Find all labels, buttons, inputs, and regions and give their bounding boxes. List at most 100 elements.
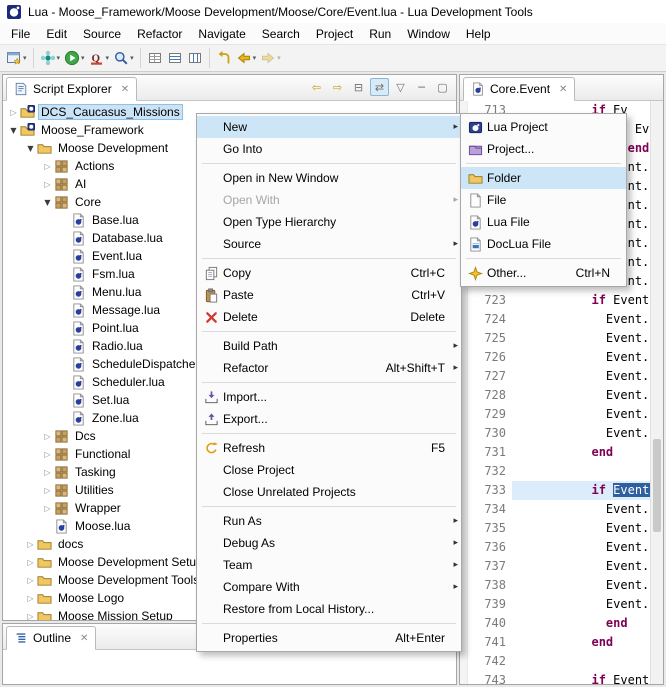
code-line-723[interactable]: if Event.IniObjectCategory == Object.Cat… [512,291,650,310]
cols-button[interactable] [185,46,205,70]
menu-item-import[interactable]: Import... [197,386,461,408]
last-edit-button[interactable] [214,46,234,70]
code-line-735[interactable]: Event.IniDCSUnitName = Event.IniDCSUnit:… [512,519,650,538]
menubar-navigate[interactable]: Navigate [190,24,253,44]
collapse-arrow-icon[interactable]: ▼ [24,144,37,153]
menu-item-restore-from-local-history[interactable]: Restore from Local History... [197,598,461,620]
menubar-window[interactable]: Window [399,24,458,44]
expand-arrow-icon[interactable]: ▷ [41,468,54,477]
code-line-734[interactable]: Event.IniDCSUnit = Event.initiator [512,500,650,519]
expand-arrow-icon[interactable]: ▷ [24,558,37,567]
forward-nav-button[interactable]: ⇨ [328,78,347,96]
menu-item-go-into[interactable]: Go Into [197,138,461,160]
expand-arrow-icon[interactable]: ▷ [41,162,54,171]
code-line-738[interactable]: Event.IniDCSGroupName = Event.IniDCSGrou… [512,576,650,595]
code-line-731[interactable]: end [512,443,650,462]
expand-arrow-icon[interactable]: ▷ [41,180,54,189]
expand-arrow-icon[interactable]: ▷ [24,576,37,585]
menu-item-open-in-new-window[interactable]: Open in New Window [197,167,461,189]
code-line-730[interactable]: Event.IniGroupName = Event.IniDCSGroupNa… [512,424,650,443]
code-line-736[interactable]: Event.IniUnitName = Event.IniDCSUnitName [512,538,650,557]
code-line-724[interactable]: Event.IniDCSUnit = Event.initiator [512,310,650,329]
menu-item-new[interactable]: New▸ [197,116,461,138]
code-line-729[interactable]: Event.IniDCSGroupName = Event.IniDCSGrou… [512,405,650,424]
menu-item-compare-with[interactable]: Compare With▸ [197,576,461,598]
menu-item-lua-project[interactable]: Lua Project [461,116,626,138]
menubar-refactor[interactable]: Refactor [129,24,190,44]
expand-arrow-icon[interactable]: ▷ [24,612,37,621]
new-wizard-button[interactable]: ▾ [4,46,29,70]
menubar-project[interactable]: Project [308,24,361,44]
rows-button[interactable] [165,46,185,70]
menu-item-build-path[interactable]: Build Path▸ [197,335,461,357]
collapse-arrow-icon[interactable]: ▼ [41,198,54,207]
tab-outline[interactable]: Outline ✕ [6,626,96,650]
menu-item-copy[interactable]: CopyCtrl+C [197,262,461,284]
menu-item-debug-as[interactable]: Debug As▸ [197,532,461,554]
menu-item-close-unrelated-projects[interactable]: Close Unrelated Projects [197,481,461,503]
close-icon[interactable]: ✕ [80,633,88,644]
tab-core-event[interactable]: Core.Event ✕ [463,77,575,101]
menubar-help[interactable]: Help [458,24,499,44]
code-line-733[interactable]: if Event.IniObjectCategory == Object.Cat… [512,481,650,500]
maximize-button[interactable]: ▢ [433,78,452,96]
code-line-743[interactable]: if Event.target then [512,671,650,684]
menu-item-delete[interactable]: DeleteDelete [197,306,461,328]
search-button[interactable]: ▾ [111,46,136,70]
editor-scrollbar[interactable] [650,101,663,684]
code-line-732[interactable] [512,462,650,481]
expand-arrow-icon[interactable]: ▷ [41,450,54,459]
expand-arrow-icon[interactable]: ▷ [24,540,37,549]
menu-item-doclua-file[interactable]: DocLua File [461,233,626,255]
code-line-737[interactable]: Event.IniDCSGroup = Event.IniDCSUnit:get… [512,557,650,576]
menubar-source[interactable]: Source [75,24,129,44]
menu-item-lua-file[interactable]: Lua File [461,211,626,233]
code-line-740[interactable]: end [512,614,650,633]
menubar-file[interactable]: File [3,24,38,44]
coverage-button[interactable]: Q▾ [87,46,112,70]
code-line-741[interactable]: end [512,633,650,652]
back-nav-button[interactable]: ⇦ [307,78,326,96]
menu-item-refactor[interactable]: RefactorAlt+Shift+T▸ [197,357,461,379]
back-button[interactable]: ▾ [234,46,259,70]
menu-item-other[interactable]: Other...Ctrl+N [461,262,626,284]
code-line-728[interactable]: Event.IniDCSGroup = Event.IniDCSUnit:get… [512,386,650,405]
menu-item-close-project[interactable]: Close Project [197,459,461,481]
menu-item-project[interactable]: Project... [461,138,626,160]
expand-arrow-icon[interactable]: ▷ [41,432,54,441]
menubar-edit[interactable]: Edit [38,24,75,44]
run-button[interactable]: ▾ [62,46,87,70]
menubar-run[interactable]: Run [361,24,399,44]
menu-item-source[interactable]: Source▸ [197,233,461,255]
external-tools-button[interactable]: ▾ [38,46,63,70]
grid-button[interactable] [145,46,165,70]
expand-arrow-icon[interactable]: ▷ [24,594,37,603]
minimize-button[interactable]: ─ [412,78,431,96]
menu-item-folder[interactable]: Folder [461,167,626,189]
expand-arrow-icon[interactable]: ▷ [41,504,54,513]
code-line-739[interactable]: Event.IniGroupName = Event.IniDCSGroupNa… [512,595,650,614]
menu-item-file[interactable]: File [461,189,626,211]
code-line-727[interactable]: Event.IniUnit = UNIT:FindByName( Event.I… [512,367,650,386]
expand-arrow-icon[interactable]: ▷ [41,486,54,495]
collapse-all-button[interactable]: ⊟ [349,78,368,96]
menu-item-refresh[interactable]: RefreshF5 [197,437,461,459]
menu-item-properties[interactable]: PropertiesAlt+Enter [197,627,461,649]
menu-item-open-type-hierarchy[interactable]: Open Type Hierarchy [197,211,461,233]
view-menu-button[interactable]: ▽ [391,78,410,96]
close-icon[interactable]: ✕ [121,84,129,95]
close-icon[interactable]: ✕ [559,84,567,95]
collapse-arrow-icon[interactable]: ▼ [7,126,20,135]
code-line-726[interactable]: Event.IniUnitName = Event.IniDCSUnitName [512,348,650,367]
scrollbar-thumb[interactable] [653,439,661,532]
forward-button[interactable]: ▾ [258,46,283,70]
link-with-editor-button[interactable]: ⇄ [370,78,389,96]
menu-item-export[interactable]: Export... [197,408,461,430]
menu-item-paste[interactable]: PasteCtrl+V [197,284,461,306]
tab-script-explorer[interactable]: Script Explorer ✕ [6,77,137,101]
menu-item-team[interactable]: Team▸ [197,554,461,576]
code-line-742[interactable] [512,652,650,671]
expand-arrow-icon[interactable]: ▷ [7,108,20,117]
menubar-search[interactable]: Search [254,24,308,44]
code-line-725[interactable]: Event.IniDCSUnitName = Event.IniDCSUnit:… [512,329,650,348]
